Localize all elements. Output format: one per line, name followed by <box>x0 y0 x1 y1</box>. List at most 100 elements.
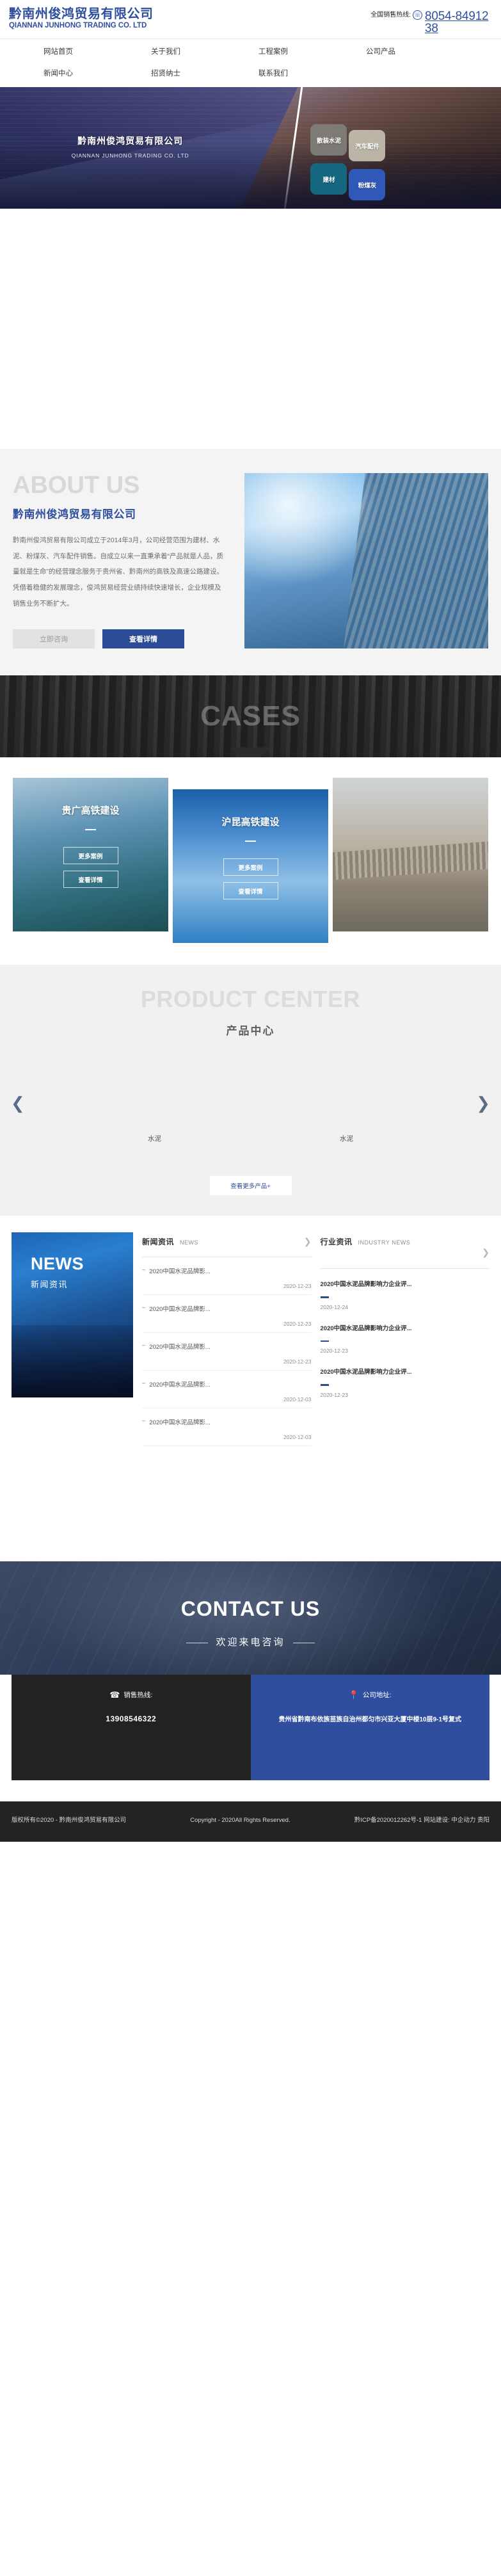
contact-phone-value[interactable]: 13908546322 <box>23 1714 239 1723</box>
contact-address-value: 贵州省黔南布依族苗族自治州都匀市兴亚大厦中楼10层9-1号复式 <box>278 1716 462 1724</box>
product-item[interactable]: 水泥 <box>296 1062 398 1164</box>
case-more-button[interactable]: 更多案例 <box>63 847 118 865</box>
consult-now-button[interactable]: 立即咨询 <box>13 629 95 649</box>
hero-tile-auto-parts[interactable]: 汽车配件 <box>349 130 386 161</box>
news-item-date: 2020-12-23 <box>283 1358 312 1365</box>
nav-item-cases[interactable]: 工程案例 <box>258 46 366 56</box>
industry-item-date: 2020-12-23 <box>320 1391 348 1398</box>
news-item-title: 2020中国水泥品牌影... <box>149 1306 211 1314</box>
nav-item-careers[interactable]: 招贤纳士 <box>151 68 258 78</box>
news-banner-title-cn: 新闻资讯 <box>31 1280 68 1290</box>
case-card-guiguang[interactable]: 贵广高铁建设 更多案例 查看详情 <box>13 778 168 932</box>
view-more-products-button[interactable]: 查看更多产品+ <box>209 1176 292 1196</box>
nav-item-news[interactable]: 新闻中心 <box>44 68 151 78</box>
company-news-title-cn: 新闻资讯 <box>142 1237 175 1247</box>
industry-item-title: 2020中国水泥品牌影响力企业评... <box>320 1369 412 1376</box>
footer-icp-block: 黔ICP备2020012262号-1 网站建设: 中企动力 贵阳 <box>354 1815 489 1826</box>
news-list-item[interactable]: – 2020中国水泥品牌影... 2020-12-03 <box>142 1408 312 1447</box>
hotline-number[interactable]: 8054-8491238 <box>425 10 492 35</box>
product-name: 水泥 <box>148 1135 161 1143</box>
company-news-header: 新闻资讯 NEWS ❯ <box>142 1236 312 1247</box>
hero-tile-bulk-cement[interactable]: 散装水泥 <box>310 124 347 156</box>
product-carousel: ❮ 水泥 水泥 ❯ <box>0 1062 501 1164</box>
logo-text-en: QIANNAN JUNHONG TRADING CO. LTD <box>9 22 147 30</box>
news-list-item[interactable]: – 2020中国水泥品牌影... 2020-12-23 <box>142 1333 312 1371</box>
chevron-right-icon[interactable]: ❯ <box>482 1247 489 1257</box>
case-card-railway-photo[interactable] <box>333 778 488 932</box>
case-card-hukun[interactable]: 沪昆高铁建设 更多案例 查看详情 <box>173 789 328 944</box>
contact-title-cn-wrap: 欢迎来电咨询 <box>0 1635 501 1648</box>
news-item-date: 2020-12-03 <box>283 1396 312 1403</box>
hero-title-en: QIANNAN JUNHONG TRADING CO. LTD <box>71 152 189 159</box>
product-watermark-title: PRODUCT CENTER <box>140 986 360 1013</box>
cases-grid: 贵广高铁建设 更多案例 查看详情 沪昆高铁建设 更多案例 查看详情 <box>0 757 501 965</box>
dash-icon: – <box>142 1266 146 1274</box>
news-item-title: 2020中国水泥品牌影... <box>149 1419 211 1427</box>
industry-item-date: 2020-12-23 <box>320 1348 348 1355</box>
contact-address-header: 📍 公司地址: <box>262 1690 479 1700</box>
about-watermark-title: ABOUT US <box>13 472 140 499</box>
news-item-date: 2020-12-23 <box>283 1321 312 1328</box>
chevron-right-icon[interactable]: ❯ <box>476 1095 490 1112</box>
hero-category-tiles: 散装水泥 汽车配件 建材 粉煤灰 <box>310 124 386 200</box>
nav-item-products[interactable]: 公司产品 <box>366 46 473 56</box>
news-banner: NEWS 新闻资讯 <box>12 1232 133 1398</box>
logo-text-cn: 黔南州俊鸿贸易有限公司 <box>9 6 154 21</box>
view-details-button[interactable]: 查看详情 <box>102 629 184 649</box>
industry-list-item[interactable]: 2020中国水泥品牌影响力企业评... 2020-12-23 <box>320 1356 490 1401</box>
hero-title-block: 黔南州俊鸿贸易有限公司 QIANNAN JUNHONG TRADING CO. … <box>0 134 260 159</box>
cases-watermark-title: CASES <box>200 700 301 732</box>
case-detail-button[interactable]: 查看详情 <box>223 882 278 900</box>
news-list-item[interactable]: – 2020中国水泥品牌影... 2020-12-23 <box>142 1295 312 1333</box>
news-list-item[interactable]: – 2020中国水泥品牌影... 2020-12-23 <box>142 1257 312 1296</box>
product-name: 水泥 <box>340 1135 353 1143</box>
phone-icon: ☏ <box>413 10 422 20</box>
news-item-title-row: – 2020中国水泥品牌影... <box>142 1417 312 1426</box>
hotline: 全国销售热线: ☏ 8054-8491238 <box>322 5 492 35</box>
footer-copyright-cn: 版权所有©2020 - 黔南州俊鸿贸易有限公司 <box>12 1817 127 1824</box>
footer-icp[interactable]: 黔ICP备2020012262号-1 <box>354 1817 422 1824</box>
contact-phone-header: ☎ 销售热线: <box>23 1690 239 1700</box>
contact-cards: ☎ 销售热线: 13908546322 📍 公司地址: 贵州省黔南布依族苗族自治… <box>0 1675 501 1781</box>
nav-item-about[interactable]: 关于我们 <box>151 46 258 56</box>
product-item[interactable]: 水泥 <box>104 1062 206 1164</box>
case-detail-button[interactable]: 查看详情 <box>63 871 118 889</box>
phone-icon: ☎ <box>109 1690 120 1700</box>
contact-phone-card: ☎ 销售热线: 13908546322 <box>12 1675 251 1781</box>
dash-icon: – <box>142 1417 146 1425</box>
dash-icon: – <box>142 1380 146 1387</box>
news-item-title-row: – 2020中国水泥品牌影... <box>142 1380 312 1389</box>
case-divider <box>245 840 256 842</box>
nav-item-home[interactable]: 网站首页 <box>44 46 151 56</box>
footer-copyright-en: Copyright - 2020All Rights Reserved. <box>190 1817 290 1824</box>
chevron-right-icon[interactable]: ❯ <box>304 1236 312 1247</box>
industry-item-title: 2020中国水泥品牌影响力企业评... <box>320 1281 412 1289</box>
industry-list-item[interactable]: 2020中国水泥品牌影响力企业评... 2020-12-24 <box>320 1269 490 1313</box>
about-text-column: ABOUT US 黔南州俊鸿贸易有限公司 黔南州俊鸿贸易有限公司成立于2014年… <box>0 472 244 649</box>
hero-title-cn: 黔南州俊鸿贸易有限公司 <box>77 136 184 146</box>
chevron-left-icon[interactable]: ❮ <box>11 1095 25 1112</box>
hotline-label: 全国销售热线: <box>370 12 411 19</box>
hero-tile-fly-ash[interactable]: 粉煤灰 <box>349 169 386 200</box>
news-item-date: 2020-12-23 <box>283 1283 312 1290</box>
about-image <box>244 473 488 649</box>
site-logo[interactable]: 黔南州俊鸿贸易有限公司 QIANNAN JUNHONG TRADING CO. … <box>9 5 154 31</box>
industry-item-title: 2020中国水泥品牌影响力企业评... <box>320 1324 412 1332</box>
about-heading: 黔南州俊鸿贸易有限公司 <box>13 508 136 520</box>
industry-list-item[interactable]: 2020中国水泥品牌影响力企业评... 2020-12-23 <box>320 1313 490 1357</box>
site-header: 黔南州俊鸿贸易有限公司 QIANNAN JUNHONG TRADING CO. … <box>0 0 501 38</box>
industry-news-column: 行业资讯 INDUSTRY NEWS ❯ 2020中国水泥品牌影响力企业评...… <box>320 1232 490 1401</box>
footer-builder[interactable]: 网站建设: 中企动力 贵阳 <box>424 1817 489 1824</box>
case-more-button[interactable]: 更多案例 <box>223 858 278 876</box>
nav-item-contact[interactable]: 联系我们 <box>258 68 366 78</box>
news-item-title-row: – 2020中国水泥品牌影... <box>142 1342 312 1351</box>
hero-tile-building-materials[interactable]: 建材 <box>310 163 347 195</box>
industry-news-more: ❯ <box>321 1247 489 1259</box>
news-item-title-row: – 2020中国水泥品牌影... <box>142 1304 312 1313</box>
news-item-title: 2020中国水泥品牌影... <box>149 1268 211 1276</box>
news-list-item[interactable]: – 2020中国水泥品牌影... 2020-12-03 <box>142 1371 312 1409</box>
about-body-text: 黔南州俊鸿贸易有限公司成立于2014年3月，公司经营范围为建材、水泥、粉煤灰、汽… <box>13 536 223 608</box>
company-news-column: 新闻资讯 NEWS ❯ – 2020中国水泥品牌影... 2020-12-23 … <box>142 1232 312 1447</box>
industry-item-accent-bar <box>320 1340 329 1342</box>
industry-news-title-en: INDUSTRY NEWS <box>358 1239 411 1246</box>
